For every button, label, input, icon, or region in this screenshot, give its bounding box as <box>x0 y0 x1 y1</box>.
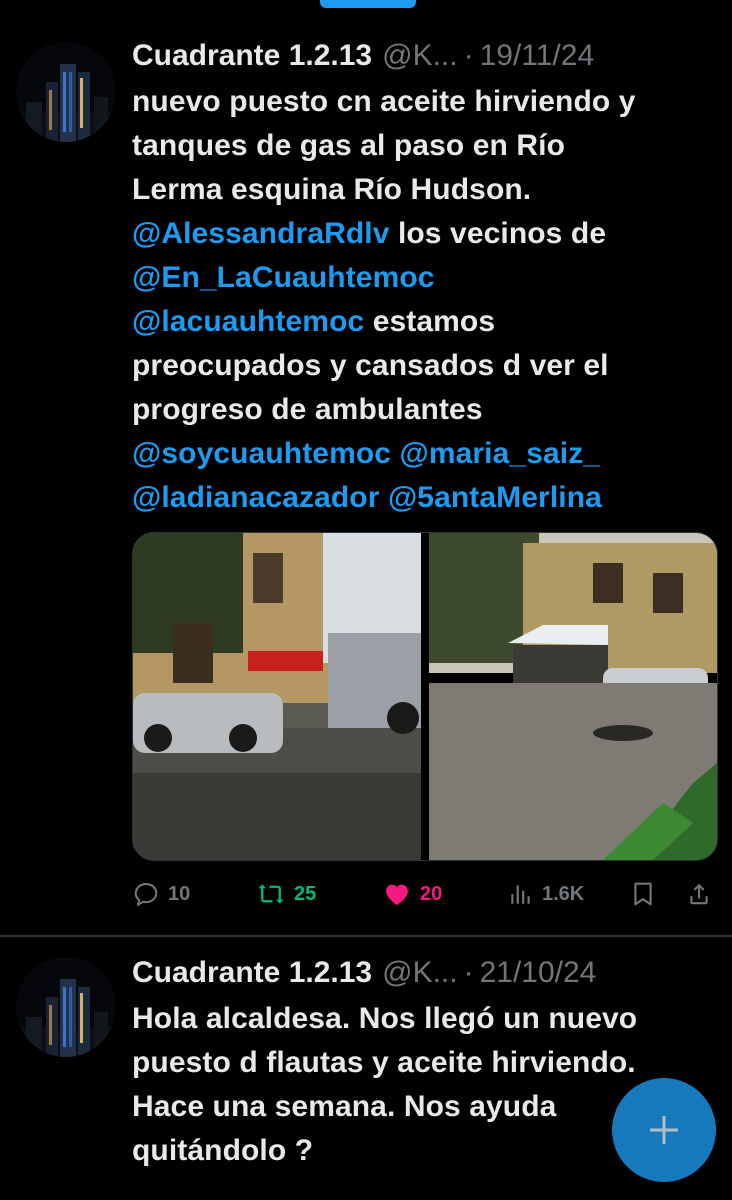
bookmark-button[interactable] <box>630 872 656 916</box>
tweet-date[interactable]: 21/10/24 <box>480 956 597 990</box>
tweet-text-line: Hola alcaldesa. Nos llegó un nuevo <box>132 997 712 1041</box>
mention-link[interactable]: @soycuauhtemoc <box>132 437 391 470</box>
repost-icon <box>258 884 284 904</box>
tweet-text-line: @soycuauhtemoc @maria_saiz_ <box>132 432 712 476</box>
views-count: 1.6K <box>542 882 585 905</box>
tweet-header: Cuadrante 1.2.13 @K... · 19/11/24 <box>132 36 712 76</box>
tweet-text-line: @lacuauhtemoc estamos <box>132 300 712 344</box>
repost-count: 25 <box>294 882 317 905</box>
author-name[interactable]: Cuadrante 1.2.13 <box>132 956 372 990</box>
mention-link[interactable]: @ladianacazador <box>132 481 380 514</box>
mention-link[interactable]: @lacuauhtemoc <box>132 305 364 338</box>
tweet[interactable]: Cuadrante 1.2.13 @K... · 19/11/24 nuevo … <box>0 0 732 935</box>
share-button[interactable] <box>686 872 712 916</box>
tweet-text-line: Lerma esquina Río Hudson. <box>132 168 712 212</box>
separator-dot: · <box>463 956 474 989</box>
tweet-text-line: @ladianacazador @5antaMerlina <box>132 476 712 520</box>
heart-icon <box>386 884 408 905</box>
tweet-text-line: tanques de gas al paso en Río <box>132 124 712 168</box>
text-segment: quitándolo ? <box>132 1134 314 1167</box>
author-name[interactable]: Cuadrante 1.2.13 <box>132 39 372 73</box>
text-segment: nuevo puesto cn aceite hirviendo y <box>132 85 636 118</box>
text-segment <box>380 481 388 514</box>
text-segment: tanques de gas al paso en Río <box>132 129 566 162</box>
bookmark-icon <box>634 882 652 906</box>
text-segment <box>391 437 399 470</box>
separator-dot: · <box>463 39 474 72</box>
photo-left[interactable] <box>133 533 421 860</box>
mention-link[interactable]: @maria_saiz_ <box>400 437 601 470</box>
compose-button[interactable] <box>612 1078 716 1182</box>
tweet-date[interactable]: 19/11/24 <box>480 39 595 73</box>
views-button[interactable]: 1.6K <box>508 872 584 916</box>
media-grid[interactable] <box>132 532 718 861</box>
text-segment: Hace una semana. Nos ayuda <box>132 1090 557 1123</box>
action-bar: 10 25 20 1.6K <box>132 872 716 916</box>
analytics-icon <box>511 885 530 904</box>
reply-icon <box>134 883 158 907</box>
tweet-text: nuevo puesto cn aceite hirviendo y tanque… <box>132 80 712 520</box>
tweet-text-line: progreso de ambulantes <box>132 388 712 432</box>
text-segment: los vecinos de <box>389 217 607 250</box>
reply-button[interactable]: 10 <box>132 872 190 916</box>
photo-right[interactable] <box>429 533 717 860</box>
tweet-text-line: @AlessandraRdlv los vecinos de <box>132 212 712 256</box>
text-segment: preocupados y cansados d ver el <box>132 349 609 382</box>
tweet-text-line: preocupados y cansados d ver el <box>132 344 712 388</box>
avatar[interactable] <box>16 42 116 142</box>
text-segment: Lerma esquina Río Hudson. <box>132 173 532 206</box>
plus-icon <box>650 1116 678 1144</box>
share-icon <box>690 883 708 905</box>
like-button[interactable]: 20 <box>382 872 442 916</box>
tweet-text-line: @En_LaCuauhtemoc <box>132 256 712 300</box>
text-segment: Hola alcaldesa. Nos llegó un nuevo <box>132 1002 638 1035</box>
tweet-text-line: nuevo puesto cn aceite hirviendo y <box>132 80 712 124</box>
author-handle[interactable]: @K... <box>382 956 457 990</box>
text-segment: progreso de ambulantes <box>132 393 483 426</box>
repost-button[interactable]: 25 <box>256 872 316 916</box>
author-handle[interactable]: @K... <box>382 39 457 73</box>
mention-link[interactable]: @AlessandraRdlv <box>132 217 390 250</box>
tweet-text-line: puesto d flautas y aceite hirviendo. <box>132 1041 712 1085</box>
avatar[interactable] <box>16 957 116 1057</box>
mention-link[interactable]: @5antaMerlina <box>388 481 602 514</box>
mention-link[interactable]: @En_LaCuauhtemoc <box>132 261 435 294</box>
reply-count: 10 <box>168 882 191 905</box>
tweet-header: Cuadrante 1.2.13 @K... · 21/10/24 <box>132 953 712 993</box>
like-count: 20 <box>420 882 443 905</box>
text-segment: puesto d flautas y aceite hirviendo. <box>132 1046 636 1079</box>
text-segment: estamos <box>364 305 496 338</box>
